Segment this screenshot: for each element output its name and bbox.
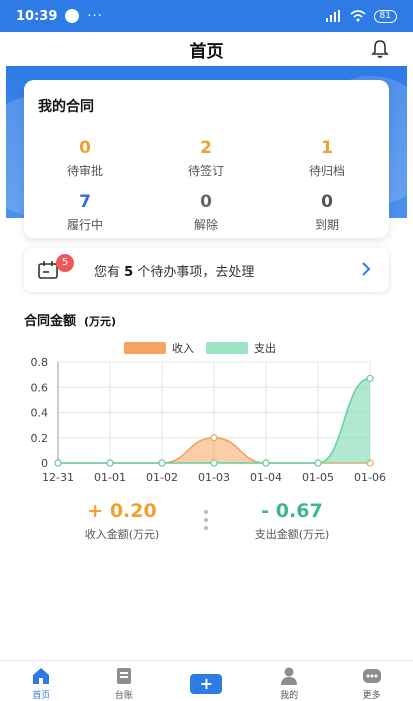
x-tick-label: 01-06	[354, 471, 386, 484]
data-point	[210, 459, 218, 467]
y-tick-label: 0.6	[31, 381, 49, 394]
stat-label: 待归档	[308, 164, 345, 178]
amount-unit: (万元)	[84, 315, 117, 328]
legend-swatch	[206, 342, 248, 354]
my-contracts-card: 我的合同 0 待审批 2 待签订 1 待归档 7 履行中 0 解除 0 到期	[24, 80, 389, 238]
tab-home[interactable]: 首页	[0, 661, 83, 701]
y-tick-label: 0	[41, 457, 48, 470]
totals-divider	[204, 510, 208, 534]
stat-pending-archive[interactable]: 1 待归档	[277, 138, 377, 179]
stat-terminated[interactable]: 0 解除	[156, 192, 256, 233]
tab-more[interactable]: 更多	[330, 661, 413, 701]
stat-value: 0	[321, 192, 333, 212]
y-tick-label: 0.4	[31, 407, 49, 420]
bell-icon[interactable]	[371, 39, 389, 59]
stat-value: 1	[321, 138, 333, 158]
x-tick-label: 12-31	[42, 471, 74, 484]
app-notification-icon	[65, 9, 80, 23]
stat-label: 到期	[314, 218, 339, 232]
data-point	[314, 459, 322, 467]
series-area-0	[58, 437, 370, 463]
todo-count-badge: 5	[56, 254, 74, 272]
tab-label: 更多	[362, 691, 381, 701]
status-time: 10:39	[16, 8, 58, 24]
todo-banner[interactable]: 5 您有 5 个待办事项，去处理	[24, 248, 389, 292]
income-total: + 0.20 收入金额(万元)	[52, 500, 192, 542]
stat-value: 2	[200, 138, 212, 158]
legend-label: 支出	[254, 341, 276, 355]
status-right: 81	[325, 9, 397, 23]
expense-value: - 0.67	[261, 500, 323, 522]
stat-label: 待签订	[187, 164, 224, 178]
data-point	[262, 459, 270, 467]
tab-label: 我的	[280, 691, 299, 701]
x-tick-label: 01-04	[250, 471, 282, 484]
more-icon	[362, 669, 381, 683]
data-point	[210, 434, 218, 442]
tab-add[interactable]: +	[165, 661, 248, 701]
amount-totals: + 0.20 收入金额(万元) - 0.67 支出金额(万元)	[0, 500, 413, 550]
x-tick-label: 01-01	[94, 471, 126, 484]
todo-suffix: 个待办事项，去处理	[133, 265, 255, 280]
data-point	[158, 459, 166, 467]
tab-label: 台账	[114, 691, 133, 701]
page-title: 首页	[189, 41, 224, 62]
chevron-right-icon	[362, 262, 371, 276]
stat-label: 待审批	[66, 164, 103, 178]
stat-pending-sign[interactable]: 2 待签订	[156, 138, 256, 179]
data-point	[366, 374, 374, 383]
stat-value: 7	[79, 192, 91, 212]
income-value: + 0.20	[87, 500, 157, 522]
stat-pending-approval[interactable]: 0 待审批	[35, 138, 135, 179]
plus-icon: +	[190, 674, 223, 694]
y-tick-label: 0.2	[31, 432, 49, 445]
stat-label: 履行中	[66, 218, 103, 232]
stat-label: 解除	[193, 218, 218, 232]
income-label: 收入金额(万元)	[84, 528, 160, 541]
tab-mine[interactable]: 我的	[248, 661, 331, 701]
wifi-icon	[350, 10, 366, 22]
stat-value: 0	[200, 192, 212, 212]
x-tick-label: 01-02	[146, 471, 178, 484]
x-tick-label: 01-05	[302, 471, 334, 484]
stat-expired[interactable]: 0 到期	[277, 192, 377, 233]
data-point	[106, 459, 114, 467]
nav-bar: 首页	[0, 32, 413, 66]
user-icon	[281, 667, 298, 685]
home-icon	[33, 668, 50, 684]
data-point	[54, 459, 62, 467]
tab-label: 首页	[32, 691, 51, 701]
signal-icon	[325, 10, 340, 22]
expense-total: - 0.67 支出金额(万元)	[222, 500, 362, 542]
legend-label: 收入	[172, 341, 194, 355]
expense-label: 支出金额(万元)	[254, 528, 330, 541]
status-more-dots: ···	[87, 8, 103, 24]
y-tick-label: 0.8	[31, 356, 49, 369]
todo-count: 5	[124, 265, 134, 280]
battery-icon: 81	[373, 9, 397, 23]
ledger-icon	[116, 668, 131, 684]
legend-swatch	[124, 342, 166, 354]
stat-in-progress[interactable]: 7 履行中	[35, 192, 135, 233]
card-title: 我的合同	[38, 99, 94, 115]
stat-value: 0	[79, 138, 91, 158]
tab-ledger[interactable]: 台账	[83, 661, 166, 701]
amount-chart: 0 0.2 0.4 0.6 0.8 12-31 01-01 01-02 01-03 01-04 01…	[31, 341, 386, 484]
bottom-tab-bar: 首页 台账 + 我的 更多	[0, 660, 413, 701]
status-bar: 10:39 ··· 81	[0, 0, 413, 32]
todo-message: 您有 5 个待办事项，去处理	[94, 261, 254, 280]
todo-prefix: 您有	[94, 265, 125, 280]
amount-section-title: 合同金额 (万元)	[24, 310, 116, 329]
x-tick-label: 01-03	[198, 471, 230, 484]
amount-title: 合同金额	[24, 314, 77, 329]
